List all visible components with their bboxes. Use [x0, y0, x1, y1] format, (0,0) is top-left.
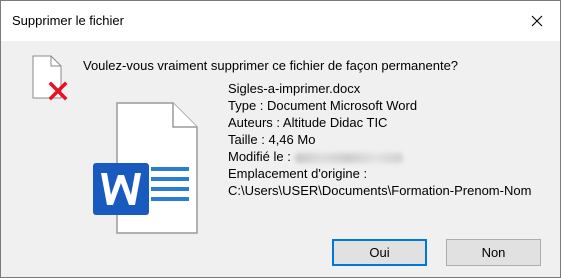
delete-file-icon [32, 55, 68, 101]
file-modified: Modifié le : [228, 148, 531, 165]
word-document-icon [93, 102, 198, 234]
file-location: C:\Users\USER\Documents\Formation-Prenom… [228, 183, 532, 198]
modified-date-redacted [294, 152, 403, 163]
delete-file-dialog: Supprimer le fichier Voulez-vous vraimen… [0, 0, 561, 278]
close-icon [531, 15, 543, 27]
file-name: Sigles-a-imprimer.docx [228, 81, 361, 96]
dialog-body: Voulez-vous vraiment supprimer ce fichie… [1, 41, 560, 277]
confirm-question: Voulez-vous vraiment supprimer ce fichie… [83, 58, 459, 73]
title-bar: Supprimer le fichier [1, 1, 560, 41]
dialog-title: Supprimer le fichier [12, 13, 124, 28]
file-type: Type : Document Microsoft Word [228, 98, 418, 113]
no-button[interactable]: Non [446, 239, 541, 266]
close-button[interactable] [514, 1, 560, 41]
modified-label: Modifié le : [228, 149, 291, 164]
yes-button[interactable]: Oui [332, 239, 427, 266]
file-authors: Auteurs : Altitude Didac TIC [228, 115, 388, 130]
file-size: Taille : 4,46 Mo [228, 132, 316, 147]
location-label: Emplacement d'origine : [228, 166, 368, 181]
file-details: Sigles-a-imprimer.docx Type : Document M… [228, 80, 531, 199]
